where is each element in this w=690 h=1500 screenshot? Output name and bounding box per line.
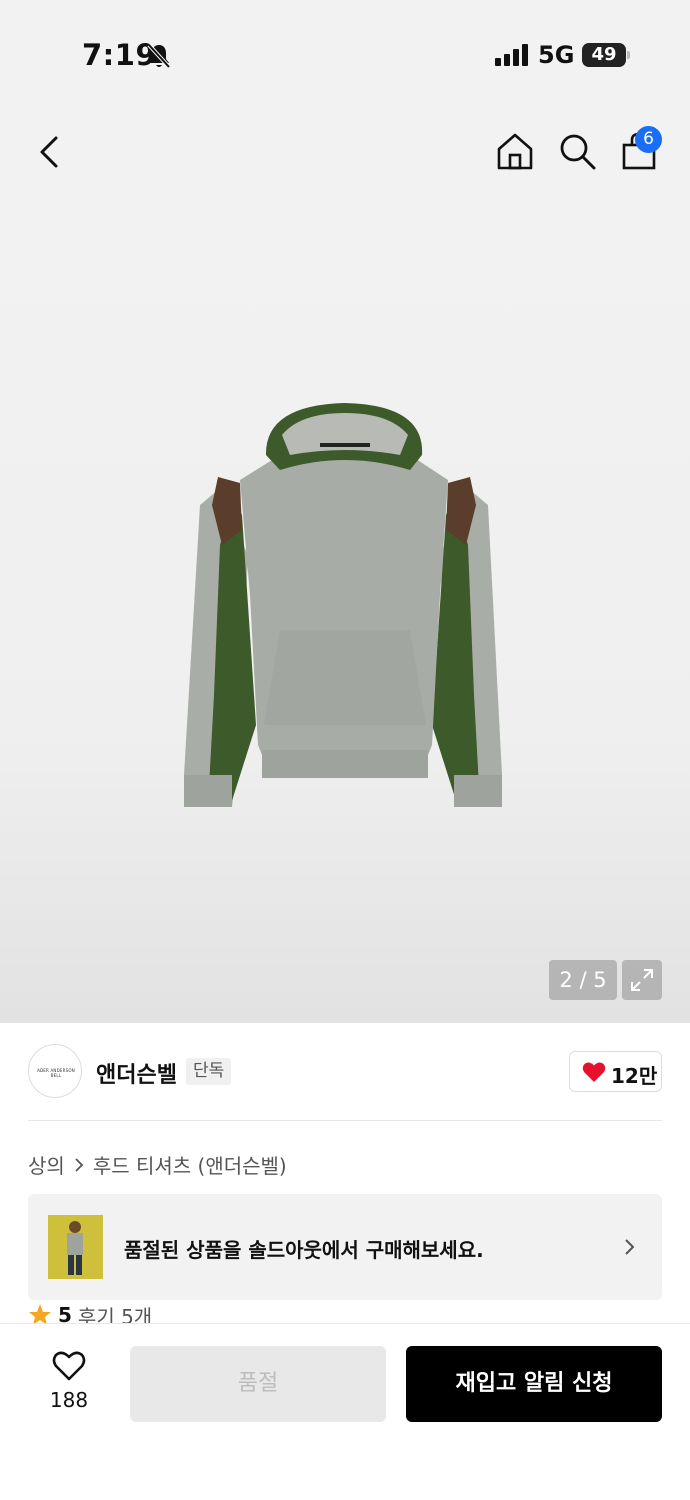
search-icon[interactable] bbox=[556, 130, 598, 172]
cart-count-badge: 6 bbox=[635, 126, 662, 153]
breadcrumb-category[interactable]: 상의 bbox=[28, 1150, 65, 1179]
brand-logo-text: ADER ANDERSON BELL bbox=[37, 1068, 75, 1078]
breadcrumb-subcategory[interactable]: 후드 티셔츠 (앤더슨벨) bbox=[93, 1150, 287, 1179]
status-bar: 7:19 5G 49 bbox=[0, 0, 690, 110]
divider bbox=[28, 1120, 662, 1121]
battery-tip bbox=[627, 51, 630, 59]
chevron-right-icon bbox=[75, 1157, 84, 1172]
expand-icon[interactable] bbox=[622, 960, 662, 1000]
brand-row: ADER ANDERSON BELL 앤더슨벨 단독 12만 bbox=[0, 1023, 690, 1121]
banner-text: 품절된 상품을 솔드아웃에서 구매해보세요. bbox=[124, 1238, 484, 1262]
wishlist-count: 188 bbox=[49, 1388, 89, 1412]
brand-like-count: 12만 bbox=[611, 1064, 658, 1088]
breadcrumb: 상의 후드 티셔츠 (앤더슨벨) bbox=[28, 1150, 287, 1179]
back-icon[interactable] bbox=[30, 132, 70, 172]
product-image-hoodie bbox=[184, 403, 502, 807]
image-counter: 2 / 5 bbox=[549, 960, 617, 1000]
heart-outline-icon bbox=[52, 1351, 86, 1381]
wishlist-button[interactable]: 188 bbox=[40, 1344, 98, 1424]
brand-logo[interactable]: ADER ANDERSON BELL bbox=[28, 1044, 82, 1098]
heart-filled-icon bbox=[582, 1062, 606, 1082]
exclusive-badge: 단독 bbox=[186, 1058, 232, 1085]
signal-icon bbox=[495, 44, 528, 66]
battery-indicator: 49 bbox=[582, 43, 626, 67]
chevron-right-icon bbox=[625, 1239, 635, 1255]
product-image-gallery[interactable]: 2 / 5 bbox=[0, 200, 690, 1023]
soldout-button: 품절 bbox=[130, 1346, 386, 1422]
soldout-banner[interactable]: 품절된 상품을 솔드아웃에서 구매해보세요. bbox=[28, 1194, 662, 1300]
banner-thumbnail bbox=[48, 1215, 103, 1279]
bell-slash-icon bbox=[147, 43, 171, 69]
restock-alert-button[interactable]: 재입고 알림 신청 bbox=[406, 1346, 662, 1422]
brand-name[interactable]: 앤더슨벨 bbox=[96, 1057, 177, 1089]
network-label: 5G bbox=[538, 41, 575, 69]
bottom-action-bar: 188 품절 재입고 알림 신청 bbox=[0, 1323, 690, 1500]
brand-like-button[interactable]: 12만 bbox=[569, 1051, 662, 1092]
top-nav: 6 bbox=[0, 110, 690, 200]
home-icon[interactable] bbox=[494, 130, 536, 172]
